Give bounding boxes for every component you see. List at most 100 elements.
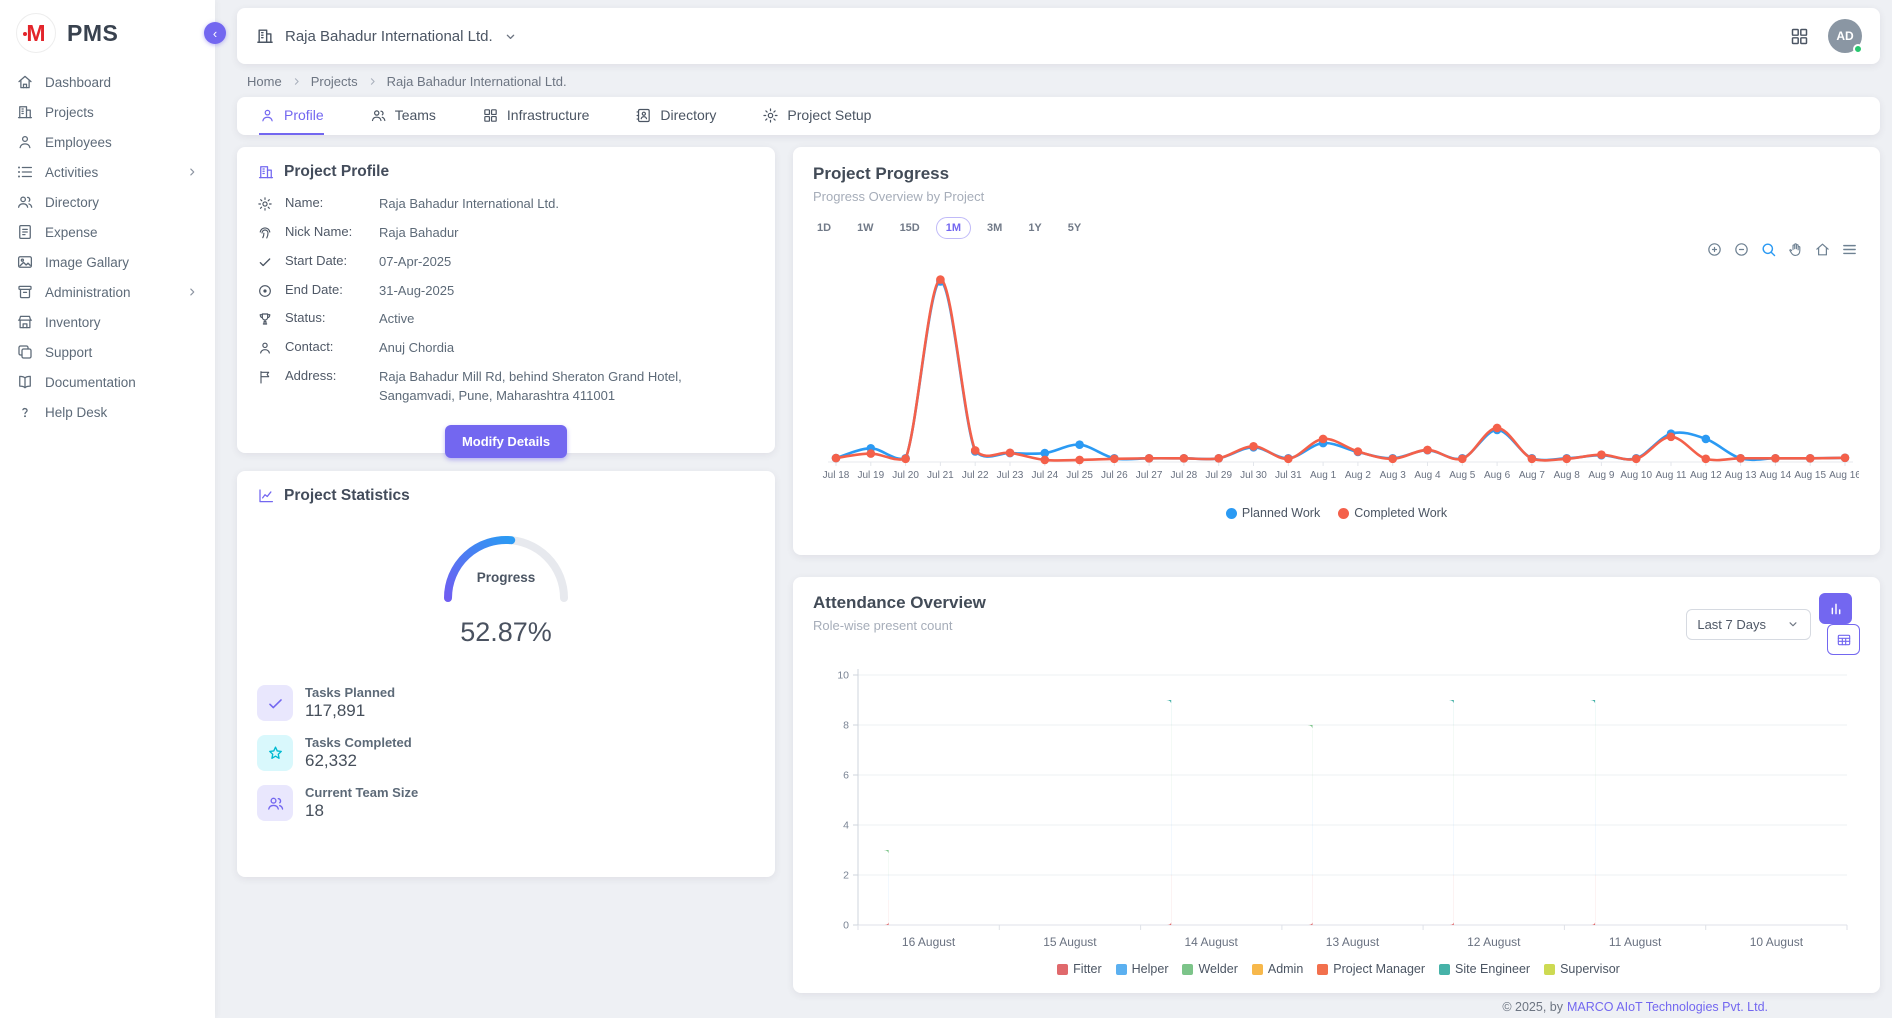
line-chart-legend: Planned Work Completed Work bbox=[793, 502, 1880, 530]
legend-project-manager[interactable]: Project Manager bbox=[1317, 962, 1425, 976]
sidebar-item-administration[interactable]: Administration bbox=[0, 277, 215, 307]
sidebar-collapse-button[interactable]: ‹ bbox=[204, 22, 226, 44]
home-reset-icon[interactable] bbox=[1814, 241, 1831, 258]
svg-text:2: 2 bbox=[1632, 893, 1639, 907]
breadcrumb-item-projects[interactable]: Projects bbox=[311, 74, 358, 89]
apps-grid-icon[interactable] bbox=[1789, 26, 1810, 47]
pan-icon[interactable] bbox=[1787, 241, 1804, 258]
view-bar-chart-icon[interactable] bbox=[1819, 593, 1852, 624]
projects-icon bbox=[16, 103, 34, 121]
sidebar-item-expense[interactable]: Expense bbox=[0, 217, 215, 247]
legend-supervisor[interactable]: Supervisor bbox=[1544, 962, 1620, 976]
progress-line-chart[interactable]: Jul 18 Jul 19 Jul 20 Jul 21 Jul 22 Jul 2… bbox=[814, 258, 1859, 502]
sidebar-item-projects[interactable]: Projects bbox=[0, 97, 215, 127]
helpdesk-icon bbox=[16, 403, 34, 421]
svg-text:11 August: 11 August bbox=[1609, 935, 1662, 949]
sidebar-item-employees[interactable]: Employees bbox=[0, 127, 215, 157]
range-15d[interactable]: 15D bbox=[890, 217, 930, 239]
stat-tasks-planned: Tasks Planned117,891 bbox=[237, 678, 775, 728]
svg-text:1: 1 bbox=[925, 906, 932, 920]
star-icon bbox=[266, 744, 285, 763]
legend-completed-work[interactable]: Completed Work bbox=[1338, 506, 1447, 520]
svg-text:Aug 6: Aug 6 bbox=[1484, 470, 1511, 481]
svg-text:Aug 7: Aug 7 bbox=[1519, 470, 1546, 481]
flag-icon bbox=[257, 369, 273, 385]
tab-profile[interactable]: Profile bbox=[259, 97, 324, 135]
gauge-label: Progress bbox=[431, 570, 581, 585]
sidebar-item-inventory[interactable]: Inventory bbox=[0, 307, 215, 337]
zoom-out-icon[interactable] bbox=[1733, 241, 1750, 258]
tab-infrastructure[interactable]: Infrastructure bbox=[482, 97, 589, 135]
progress-gauge: Progress bbox=[431, 526, 581, 613]
sidebar-item-documentation[interactable]: Documentation bbox=[0, 367, 215, 397]
sidebar-item-activities[interactable]: Activities bbox=[0, 157, 215, 187]
legend-welder[interactable]: Welder bbox=[1182, 962, 1237, 976]
sidebar-item-support[interactable]: Support bbox=[0, 337, 215, 367]
svg-text:Jul 22: Jul 22 bbox=[962, 470, 989, 481]
tab-bar: Profile Teams Infrastructure Directory Proje… bbox=[237, 97, 1880, 135]
zoom-in-icon[interactable] bbox=[1706, 241, 1723, 258]
svg-text:Jul 21: Jul 21 bbox=[927, 470, 954, 481]
profile-tab-icon bbox=[259, 107, 276, 124]
avatar[interactable]: AD bbox=[1828, 19, 1862, 53]
legend-fitter[interactable]: Fitter bbox=[1057, 962, 1101, 976]
chevron-right-icon bbox=[366, 75, 379, 88]
modify-details-button[interactable]: Modify Details bbox=[445, 425, 567, 458]
svg-text:Jul 27: Jul 27 bbox=[1136, 470, 1163, 481]
profile-field-status: Status:Active bbox=[237, 305, 775, 334]
company-link[interactable]: MARCO AIoT Technologies Pvt. Ltd. bbox=[1567, 1000, 1768, 1014]
profile-field-name: Name:Raja Bahadur International Ltd. bbox=[237, 190, 775, 219]
legend-site-engineer[interactable]: Site Engineer bbox=[1439, 962, 1530, 976]
range-1y[interactable]: 1Y bbox=[1018, 217, 1051, 239]
company-selector[interactable]: Raja Bahadur International Ltd. bbox=[255, 26, 518, 46]
teams-tab-icon bbox=[370, 107, 387, 124]
legend-admin[interactable]: Admin bbox=[1252, 962, 1303, 976]
chart-line-icon bbox=[257, 487, 275, 505]
range-1m[interactable]: 1M bbox=[936, 217, 971, 239]
directory-icon bbox=[16, 193, 34, 211]
range-1w[interactable]: 1W bbox=[847, 217, 884, 239]
sidebar-item-image-gallary[interactable]: Image Gallary bbox=[0, 247, 215, 277]
fingerprint-icon bbox=[257, 225, 273, 241]
attendance-card-subtitle: Role-wise present count bbox=[813, 618, 986, 633]
company-name: Raja Bahadur International Ltd. bbox=[285, 28, 493, 45]
profile-field-end-date: End Date:31-Aug-2025 bbox=[237, 277, 775, 306]
progress-card-title: Project Progress bbox=[813, 164, 1860, 184]
svg-text:Aug 9: Aug 9 bbox=[1588, 470, 1615, 481]
sidebar-item-help-desk[interactable]: Help Desk bbox=[0, 397, 215, 427]
sidebar-item-dashboard[interactable]: Dashboard bbox=[0, 67, 215, 97]
svg-text:10 August: 10 August bbox=[1750, 935, 1804, 949]
copyright-text: © 2025, by bbox=[1502, 1000, 1563, 1014]
menu-icon[interactable] bbox=[1841, 241, 1858, 258]
svg-text:14 August: 14 August bbox=[1185, 935, 1239, 949]
svg-text:15 August: 15 August bbox=[1043, 935, 1097, 949]
legend-helper[interactable]: Helper bbox=[1116, 962, 1169, 976]
selection-zoom-icon[interactable] bbox=[1760, 241, 1777, 258]
tab-teams[interactable]: Teams bbox=[370, 97, 436, 135]
svg-text:Aug 1: Aug 1 bbox=[1310, 470, 1337, 481]
tab-project-setup[interactable]: Project Setup bbox=[762, 97, 871, 135]
range-5y[interactable]: 5Y bbox=[1058, 217, 1091, 239]
stat-tasks-completed: Tasks Completed62,332 bbox=[237, 728, 775, 778]
progress-card-subtitle: Progress Overview by Project bbox=[813, 189, 1860, 204]
range-1d[interactable]: 1D bbox=[807, 217, 841, 239]
trophy-icon bbox=[257, 311, 273, 327]
home-icon bbox=[16, 73, 34, 91]
range-3m[interactable]: 3M bbox=[977, 217, 1012, 239]
expense-icon bbox=[16, 223, 34, 241]
date-range-select[interactable]: Last 7 Days bbox=[1686, 609, 1811, 640]
sidebar-item-directory[interactable]: Directory bbox=[0, 187, 215, 217]
svg-text:Jul 23: Jul 23 bbox=[997, 470, 1024, 481]
chevron-right-icon bbox=[185, 165, 199, 179]
legend-planned-work[interactable]: Planned Work bbox=[1226, 506, 1320, 520]
gauge-value: 52.87% bbox=[237, 617, 775, 648]
view-table-icon[interactable] bbox=[1827, 624, 1860, 655]
statistics-card-title: Project Statistics bbox=[284, 487, 410, 505]
tab-directory[interactable]: Directory bbox=[635, 97, 716, 135]
svg-text:12 August: 12 August bbox=[1467, 935, 1521, 949]
svg-text:Aug 12: Aug 12 bbox=[1690, 470, 1722, 481]
gear-icon bbox=[762, 107, 779, 124]
breadcrumb-item-home[interactable]: Home bbox=[247, 74, 282, 89]
attendance-bar-chart[interactable]: 0 2 4 6 8 1011116 August15 August233114 … bbox=[814, 663, 1859, 958]
content: Project Profile Name:Raja Bahadur Intern… bbox=[237, 147, 1880, 993]
